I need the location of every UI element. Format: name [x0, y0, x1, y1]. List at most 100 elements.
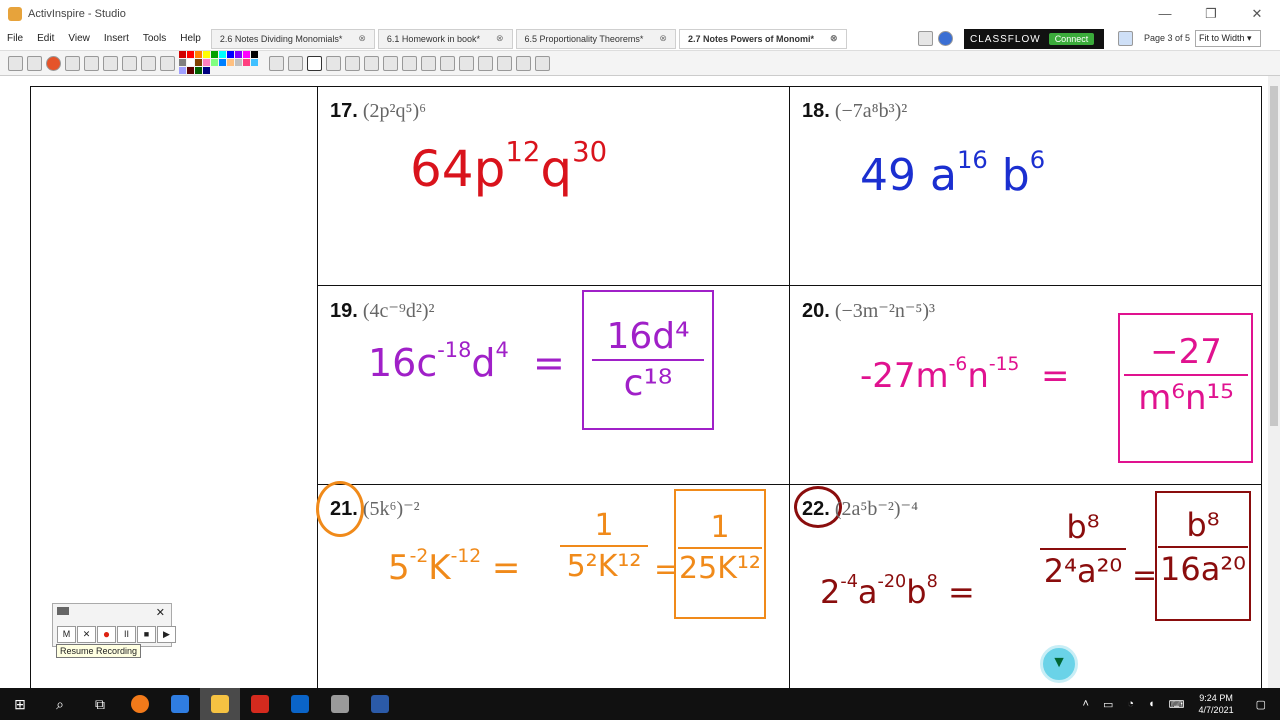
color-swatch[interactable] [195, 59, 202, 66]
color-swatch[interactable] [235, 51, 242, 58]
app-icon[interactable] [160, 688, 200, 720]
tab-homework[interactable]: 6.1 Homework in book* ⊗ [377, 28, 513, 49]
menu-file[interactable]: File [0, 33, 30, 44]
search-icon[interactable]: ⌕ [40, 688, 80, 720]
pen-icon[interactable] [307, 55, 322, 71]
activinspire-taskbar-icon[interactable] [320, 688, 360, 720]
color-palette[interactable] [179, 51, 263, 75]
color-swatch[interactable] [203, 67, 210, 74]
recorder-play-button[interactable]: ▶ [157, 626, 176, 643]
color-swatch[interactable] [195, 67, 202, 74]
zoom-select[interactable]: Fit to Width ▾ [1195, 30, 1261, 47]
connect-button[interactable]: Connect [1048, 33, 1095, 45]
text-icon[interactable] [421, 55, 436, 71]
recorder-stop-button[interactable]: ■ [137, 626, 156, 643]
recorder-m-button[interactable]: M [57, 626, 76, 643]
color-swatch[interactable] [251, 51, 258, 58]
start-icon[interactable]: ⊞ [0, 688, 40, 720]
color-swatch[interactable] [235, 59, 242, 66]
tab-close-icon[interactable]: ⊗ [659, 33, 667, 44]
chevron-up-icon[interactable]: ˄ [1083, 698, 1089, 710]
color-swatch[interactable] [179, 51, 186, 58]
select-icon[interactable] [269, 55, 284, 71]
scroll-thumb[interactable] [1270, 86, 1278, 426]
color-swatch[interactable] [203, 59, 210, 66]
color-swatch[interactable] [179, 67, 186, 74]
tab-dividing-monomials[interactable]: 2.6 Notes Dividing Monomials* ⊗ [210, 28, 375, 49]
color-swatch[interactable] [219, 51, 226, 58]
cursor-icon[interactable] [288, 55, 303, 71]
menu-help[interactable]: Help [173, 33, 208, 44]
color-swatch[interactable] [211, 51, 218, 58]
color-swatch[interactable] [251, 59, 258, 66]
color-swatch[interactable] [195, 51, 202, 58]
task-view-icon[interactable]: ⧉ [80, 688, 120, 720]
scroll-down-icon[interactable]: ▼ [1040, 645, 1078, 683]
acrobat-icon[interactable] [240, 688, 280, 720]
color-swatch[interactable] [227, 59, 234, 66]
undo-icon[interactable] [459, 55, 474, 71]
menu-view[interactable]: View [61, 33, 97, 44]
recorder-cancel-button[interactable]: ✕ [77, 626, 96, 643]
rotate-icon[interactable] [497, 55, 512, 71]
keyboard-icon[interactable]: ⌨ [1169, 698, 1185, 711]
vertical-scrollbar[interactable] [1268, 76, 1280, 688]
tab-close-icon[interactable]: ⊗ [358, 33, 366, 44]
color-swatch[interactable] [243, 51, 250, 58]
minimize-icon[interactable]: — [1142, 0, 1188, 27]
main-menu-icon[interactable] [8, 55, 23, 71]
fill-icon[interactable] [364, 55, 379, 71]
shape-icon[interactable] [383, 55, 398, 71]
wifi-icon[interactable]: ◔ [1127, 698, 1134, 710]
customize-icon[interactable] [535, 55, 550, 71]
clock[interactable]: 9:24 PM 4/7/2021 [1199, 692, 1234, 716]
color-swatch[interactable] [187, 51, 194, 58]
recorder-close-icon[interactable]: ✕ [156, 606, 165, 619]
redo-icon[interactable] [478, 55, 493, 71]
color-swatch[interactable] [179, 59, 186, 66]
record-icon[interactable] [46, 55, 61, 71]
connector-icon[interactable] [402, 55, 417, 71]
classflow-button[interactable]: CLASSFLOW Connect [964, 29, 1104, 49]
teacher-tool-icon[interactable] [440, 55, 455, 71]
dual-user-icon[interactable] [1118, 31, 1133, 46]
color-swatch[interactable] [227, 51, 234, 58]
recorder-record-button[interactable]: ● [97, 626, 116, 643]
recorder-pause-button[interactable]: II [117, 626, 136, 643]
page-notes-icon[interactable] [516, 55, 531, 71]
menu-tools[interactable]: Tools [136, 33, 173, 44]
desktop-icon[interactable] [27, 55, 42, 71]
clear-icon[interactable] [160, 55, 175, 71]
tab-close-icon[interactable]: ⊗ [496, 33, 504, 44]
tab-proportionality[interactable]: 6.5 Proportionality Theorems* ⊗ [515, 28, 676, 49]
highlighter-icon[interactable] [326, 55, 341, 71]
flipchart-canvas[interactable]: 17. (2p²q⁵)⁶ 64p12q30 18. (−7a⁸b³)² 49 a… [0, 76, 1268, 696]
close-icon[interactable]: ✕ [1234, 0, 1280, 27]
file-explorer-icon[interactable] [200, 688, 240, 720]
menu-insert[interactable]: Insert [97, 33, 136, 44]
next-page-icon[interactable] [122, 55, 137, 71]
notifications-icon[interactable]: ▢ [1256, 698, 1266, 711]
firefox-icon[interactable] [120, 688, 160, 720]
tab-powers-of-monomials[interactable]: 2.7 Notes Powers of Monomi* ⊗ [678, 28, 847, 49]
tab-close-icon[interactable]: ⊗ [830, 33, 838, 44]
activinspire-icon[interactable] [938, 31, 953, 46]
menu-edit[interactable]: Edit [30, 33, 61, 44]
reset-page-icon[interactable] [141, 55, 156, 71]
color-swatch[interactable] [219, 59, 226, 66]
spotlight-icon[interactable] [84, 55, 99, 71]
word-icon[interactable] [360, 688, 400, 720]
color-swatch[interactable] [243, 59, 250, 66]
camera-icon[interactable] [65, 55, 80, 71]
network-icon[interactable]: ▭ [1103, 698, 1113, 711]
volume-icon[interactable]: ◖ [1148, 698, 1155, 710]
color-swatch[interactable] [187, 67, 194, 74]
outlook-icon[interactable] [280, 688, 320, 720]
previous-page-icon[interactable] [103, 55, 118, 71]
color-swatch[interactable] [187, 59, 194, 66]
restore-icon[interactable]: ❐ [1188, 0, 1234, 27]
color-swatch[interactable] [203, 51, 210, 58]
eraser-icon[interactable] [345, 55, 360, 71]
page-browser-icon[interactable] [918, 31, 933, 46]
color-swatch[interactable] [211, 59, 218, 66]
